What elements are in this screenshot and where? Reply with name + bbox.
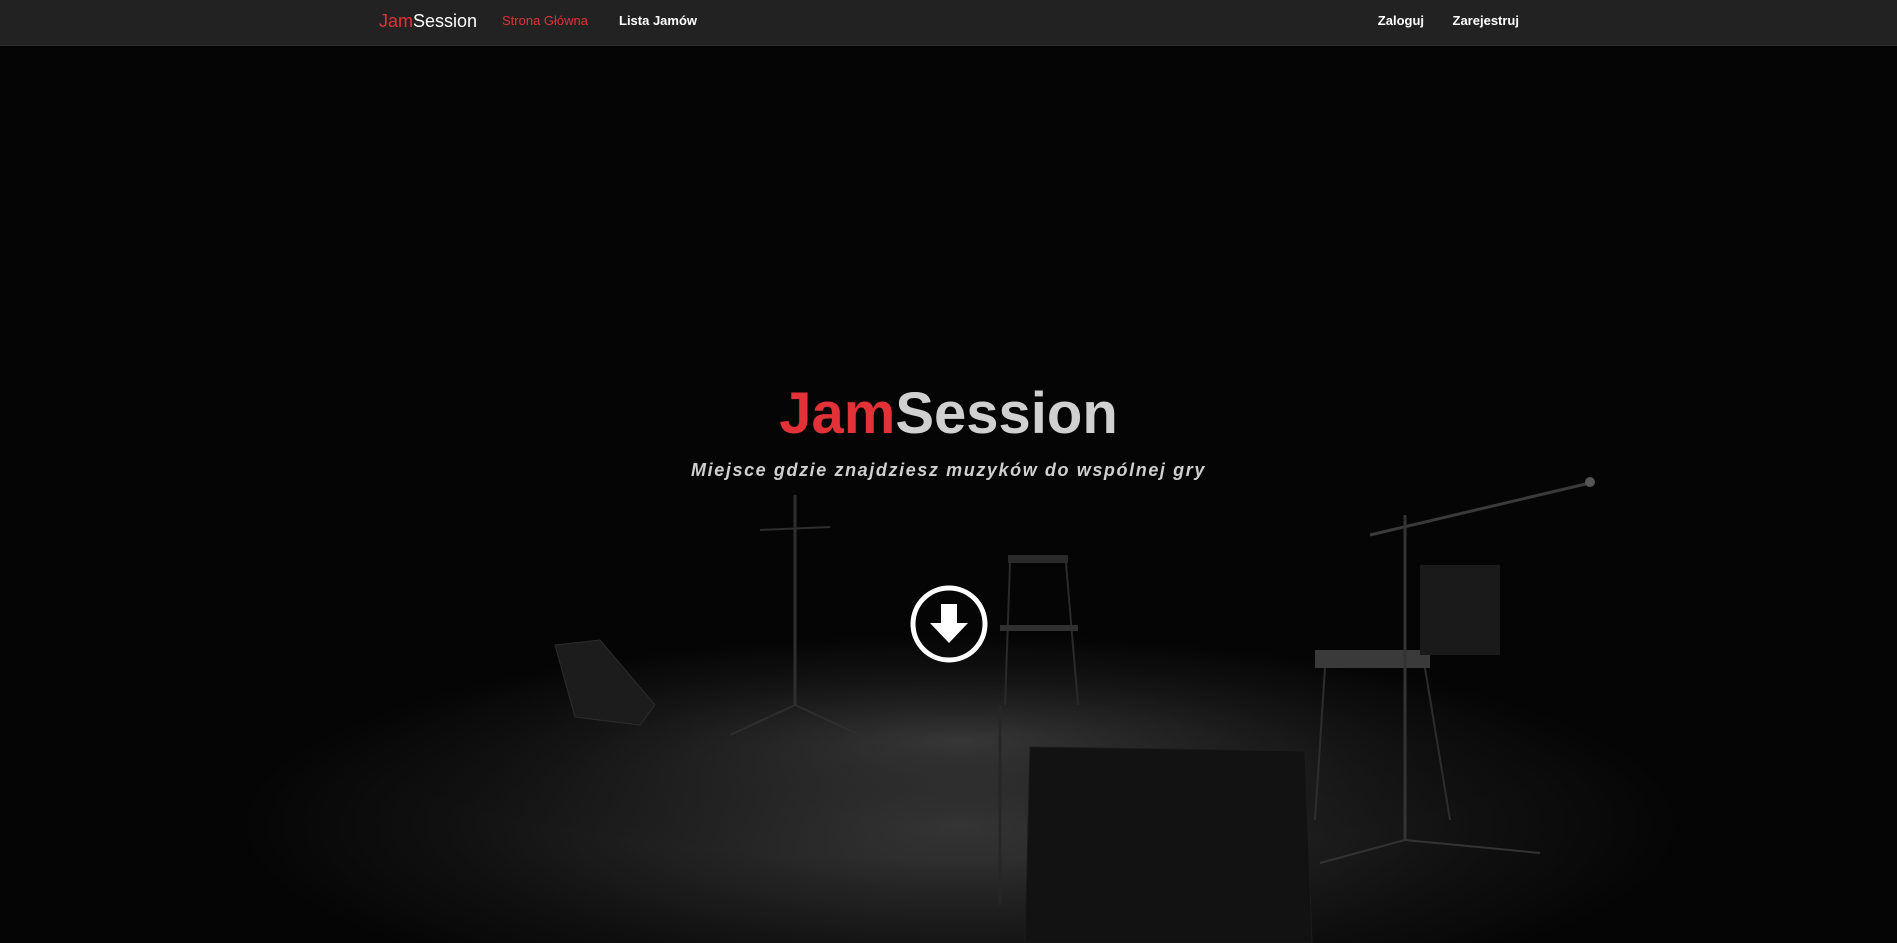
- brand-logo-link[interactable]: JamSession: [379, 10, 477, 32]
- nav-link-register[interactable]: Zarejestruj: [1453, 13, 1519, 29]
- nav-link-jam-list[interactable]: Lista Jamów: [619, 13, 697, 29]
- hero-subtitle: Miejsce gdzie znajdziesz muzyków do wspó…: [691, 460, 1206, 480]
- navbar-container: JamSession Strona Główna Lista Jamów Zal…: [379, 0, 1519, 45]
- brand-part-jam: Jam: [379, 11, 414, 31]
- scroll-down-button[interactable]: [910, 585, 988, 663]
- stage-background-image: [320, 477, 1600, 943]
- hero-title-part-jam: Jam: [779, 381, 896, 446]
- top-navbar: JamSession Strona Główna Lista Jamów Zal…: [0, 0, 1897, 46]
- brand-part-session: Session: [413, 11, 478, 31]
- hero-section: JamSession Miejsce gdzie znajdziesz muzy…: [0, 45, 1897, 943]
- hero-title: JamSession: [0, 382, 1897, 446]
- nav-link-login[interactable]: Zaloguj: [1378, 13, 1424, 29]
- nav-link-home[interactable]: Strona Główna: [502, 13, 588, 29]
- arrow-circle-down-icon: [910, 585, 988, 663]
- hero-title-part-session: Session: [895, 381, 1118, 446]
